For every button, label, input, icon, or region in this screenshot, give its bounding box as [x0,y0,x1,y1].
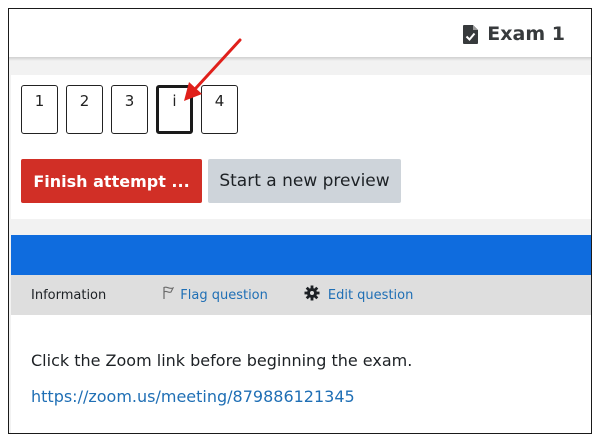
screenshot-frame: Exam 1 1 2 3 i 4 Finish attempt ... Star… [8,8,592,434]
gear-icon [304,285,320,305]
zoom-meeting-link[interactable]: https://zoom.us/meeting/879886121345 [31,387,355,406]
question-content: Click the Zoom link before beginning the… [11,315,591,433]
flag-question-label: Flag question [180,287,268,303]
instruction-text: Click the Zoom link before beginning the… [31,351,413,370]
exam-title: Exam 1 [462,21,565,47]
page-header: Exam 1 [9,9,591,57]
flag-question-link[interactable]: Flag question [162,286,268,304]
question-info-bar: Information Flag question Edit question [11,275,591,315]
quiz-navigation-panel: 1 2 3 i 4 Finish attempt ... Start a new… [11,75,591,219]
question-button-3[interactable]: 3 [111,85,148,134]
question-button-2[interactable]: 2 [66,85,103,134]
finish-attempt-button[interactable]: Finish attempt ... [21,159,202,203]
start-new-preview-button[interactable]: Start a new preview [208,159,401,203]
question-navigation: 1 2 3 i 4 [21,85,238,134]
question-button-4[interactable]: 4 [201,85,238,134]
exam-title-text: Exam 1 [487,23,565,45]
flag-icon [162,286,175,304]
question-button-1[interactable]: 1 [21,85,58,134]
blue-banner [11,235,591,275]
information-label: Information [31,287,107,303]
attempt-buttons: Finish attempt ... Start a new preview [21,159,401,203]
header-shadow [9,57,591,61]
question-button-info[interactable]: i [156,85,193,134]
document-check-icon [462,24,479,45]
edit-question-link[interactable]: Edit question [304,285,413,305]
edit-question-label: Edit question [327,287,414,303]
